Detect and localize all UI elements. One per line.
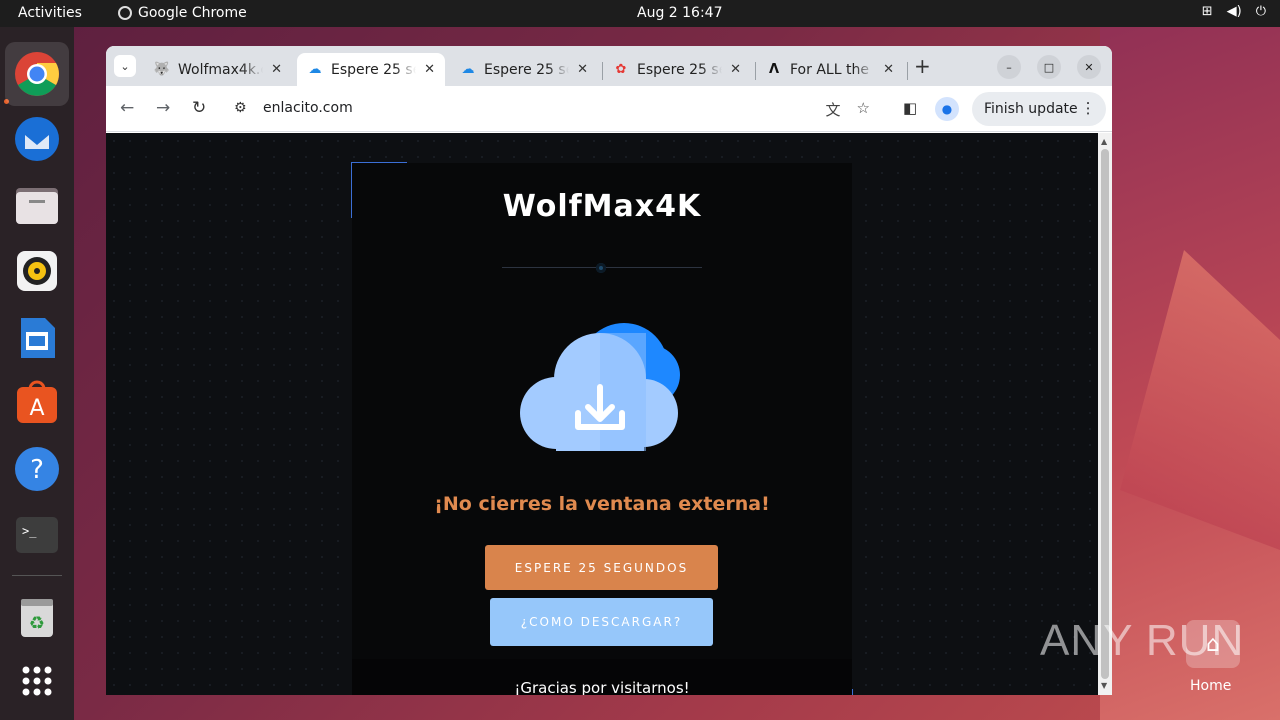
more-menu-icon: ⋮ bbox=[1080, 99, 1096, 117]
system-top-bar: Activities Google Chrome Aug 2 16:47 ⊞ ◀… bbox=[0, 0, 1280, 27]
tab[interactable]: 🐺 Wolfmax4k.com ✕ bbox=[144, 53, 292, 86]
scroll-up-icon[interactable]: ▲ bbox=[1101, 137, 1107, 146]
a-logo-icon: Λ bbox=[768, 62, 780, 77]
close-icon[interactable]: ✕ bbox=[271, 62, 282, 77]
trash-icon[interactable]: ♻ bbox=[13, 593, 61, 641]
new-tab-button[interactable]: + bbox=[914, 54, 931, 78]
tab[interactable]: ✿ Espere 25 segundos ✕ bbox=[603, 53, 751, 86]
activities-button[interactable]: Activities bbox=[18, 5, 82, 21]
cloud-download-icon bbox=[520, 317, 684, 455]
reload-button[interactable]: ↻ bbox=[192, 98, 206, 118]
maximize-icon: □ bbox=[1043, 60, 1055, 74]
chrome-window: ⌄ 🐺 Wolfmax4k.com ✕ ☁ Espere 25 segundos… bbox=[106, 46, 1112, 695]
chrome-small-icon bbox=[118, 6, 132, 20]
page-viewport: WolfMax4K ¡No cierres la ventana externa… bbox=[106, 133, 1098, 695]
finish-update-label: Finish update bbox=[984, 101, 1078, 117]
bookmark-star-icon[interactable]: ☆ bbox=[857, 99, 870, 120]
terminal-icon[interactable]: >_ bbox=[13, 511, 61, 559]
tab-search-button[interactable]: ⌄ bbox=[114, 55, 136, 77]
anyrun-watermark: ANY RUN bbox=[1040, 616, 1245, 665]
thunderbird-icon[interactable] bbox=[13, 115, 61, 163]
address-bar[interactable]: ⚙ enlacito.com 文 ☆ bbox=[222, 92, 882, 126]
maximize-button[interactable]: □ bbox=[1037, 55, 1061, 79]
rhythmbox-icon[interactable] bbox=[13, 247, 61, 295]
tab[interactable]: Λ For ALL the ✕ bbox=[756, 53, 904, 86]
vertical-scrollbar[interactable]: ▲ ▼ bbox=[1098, 133, 1112, 695]
svg-text:?: ? bbox=[30, 455, 44, 485]
svg-text:♻: ♻ bbox=[29, 613, 45, 634]
chevron-down-icon: ⌄ bbox=[120, 59, 130, 73]
minimize-icon: – bbox=[1006, 60, 1012, 74]
tab-active[interactable]: ☁ Espere 25 segundos ✕ bbox=[297, 53, 445, 86]
chrome-icon[interactable] bbox=[5, 42, 69, 106]
site-title: WolfMax4K bbox=[502, 189, 702, 224]
tab-title: Espere 25 segundos bbox=[637, 61, 722, 78]
tab-strip: ⌄ 🐺 Wolfmax4k.com ✕ ☁ Espere 25 segundos… bbox=[106, 46, 1112, 86]
close-icon: ✕ bbox=[1084, 60, 1094, 74]
divider-dot bbox=[596, 263, 606, 273]
close-icon[interactable]: ✕ bbox=[577, 62, 588, 77]
how-to-download-button[interactable]: ¿COMO DESCARGAR? bbox=[490, 598, 713, 646]
tab-title: Espere 25 segundos bbox=[331, 61, 416, 78]
forward-button[interactable]: → bbox=[156, 98, 170, 118]
finish-update-button[interactable]: Finish update ⋮ bbox=[972, 92, 1106, 126]
appcenter-icon[interactable]: A bbox=[13, 379, 61, 427]
dock: A ? >_ ♻ bbox=[0, 27, 74, 720]
clock[interactable]: Aug 2 16:47 bbox=[637, 5, 723, 21]
writer-icon[interactable] bbox=[13, 314, 61, 362]
tab-title: Wolfmax4k.com bbox=[178, 61, 263, 78]
minimize-button[interactable]: – bbox=[997, 55, 1021, 79]
tab-title: For ALL the bbox=[790, 61, 869, 78]
content-card: WolfMax4K ¡No cierres la ventana externa… bbox=[351, 162, 853, 695]
close-icon[interactable]: ✕ bbox=[730, 62, 741, 77]
close-window-button[interactable]: ✕ bbox=[1077, 55, 1101, 79]
apps-grid-icon[interactable] bbox=[13, 657, 61, 705]
person-icon: ● bbox=[941, 102, 953, 116]
wait-button[interactable]: ESPERE 25 SEGUNDOS bbox=[485, 545, 718, 590]
scroll-down-icon[interactable]: ▼ bbox=[1101, 681, 1107, 690]
svg-text:A: A bbox=[29, 396, 44, 421]
site-info-icon[interactable]: ⚙ bbox=[234, 100, 247, 116]
files-icon[interactable] bbox=[13, 182, 61, 230]
volume-icon: ◀) bbox=[1226, 4, 1242, 19]
close-icon[interactable]: ✕ bbox=[883, 62, 894, 77]
tab-separator bbox=[907, 62, 908, 80]
network-icon: ⊞ bbox=[1201, 4, 1213, 19]
help-icon[interactable]: ? bbox=[13, 445, 61, 493]
cloud-download-icon: ☁ bbox=[461, 62, 475, 77]
puzzle-icon: ✿ bbox=[615, 62, 627, 77]
svg-text:>_: >_ bbox=[22, 524, 37, 538]
browser-toolbar: ← → ↻ ⚙ enlacito.com 文 ☆ ◧ ● Finish upda… bbox=[106, 86, 1112, 132]
side-panel-icon[interactable]: ◧ bbox=[903, 99, 917, 117]
thanks-text: ¡Gracias por visitarnos! bbox=[514, 679, 690, 695]
tab-title: Espere 25 segundos bbox=[484, 61, 569, 78]
close-icon[interactable]: ✕ bbox=[424, 62, 435, 77]
app-menu[interactable]: Google Chrome bbox=[118, 5, 247, 21]
tab[interactable]: ☁ Espere 25 segundos ✕ bbox=[450, 53, 598, 86]
profile-avatar[interactable]: ● bbox=[935, 97, 959, 121]
app-menu-label: Google Chrome bbox=[138, 5, 247, 21]
warning-text: ¡No cierres la ventana externa! bbox=[434, 493, 770, 515]
translate-icon[interactable]: 文 bbox=[826, 99, 841, 120]
url-text[interactable]: enlacito.com bbox=[263, 100, 353, 116]
back-button[interactable]: ← bbox=[120, 98, 134, 118]
cloud-download-icon: ☁ bbox=[308, 62, 322, 77]
card-corner-accent bbox=[852, 689, 853, 695]
dock-separator bbox=[12, 575, 62, 576]
home-label[interactable]: Home bbox=[1190, 678, 1231, 694]
system-tray[interactable]: ⊞ ◀) ⏻ bbox=[1202, 4, 1266, 19]
power-icon: ⏻ bbox=[1255, 4, 1266, 19]
scroll-thumb[interactable] bbox=[1101, 149, 1109, 679]
wolf-icon: 🐺 bbox=[153, 62, 171, 77]
